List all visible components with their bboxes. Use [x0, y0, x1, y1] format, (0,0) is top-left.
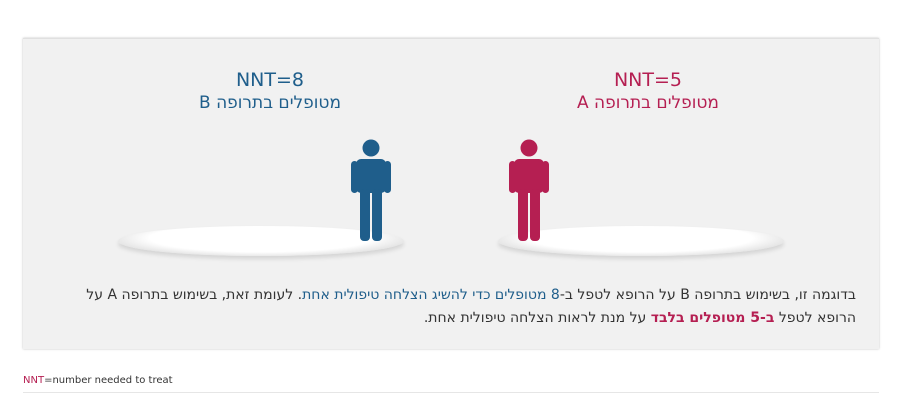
explanation-highlight-count: 8 מטופלים כדי להשיג הצלחה טיפולית אחת	[302, 287, 560, 303]
explanation-part1: בדוגמה זו, בשימוש בתרופה B על הרופא לטפל…	[559, 287, 856, 303]
drug-a-label: מטופלים בתרופה A	[577, 93, 719, 113]
footnote: NNT=number needed to treat	[23, 375, 173, 386]
explanation-highlight-only: ב-5 מטופלים בלבד	[650, 310, 775, 326]
drug-a-nnt: NNT=5	[613, 69, 683, 91]
drug-b-label: מטופלים בתרופה B	[199, 93, 341, 113]
drug-a-group: NNT=5 מטופלים בתרופה A	[548, 68, 748, 114]
person-icon	[351, 139, 391, 241]
footnote-key: NNT	[23, 375, 45, 386]
explanation-text: בדוגמה זו, בשימוש בתרופה B על הרופא לטפל…	[60, 284, 856, 330]
drug-b-group: NNT=8 מטופלים בתרופה B	[170, 68, 370, 114]
person-icon	[509, 139, 549, 241]
explanation-part3: על מנת לראות הצלחה טיפולית אחת.	[423, 310, 651, 326]
page: NNT=8 מטופלים בתרופה B NNT=5 מטופלים בתר…	[0, 0, 900, 420]
footnote-definition: =number needed to treat	[44, 375, 173, 386]
drug-b-nnt: NNT=8	[235, 69, 305, 91]
footnote-divider	[23, 392, 879, 393]
